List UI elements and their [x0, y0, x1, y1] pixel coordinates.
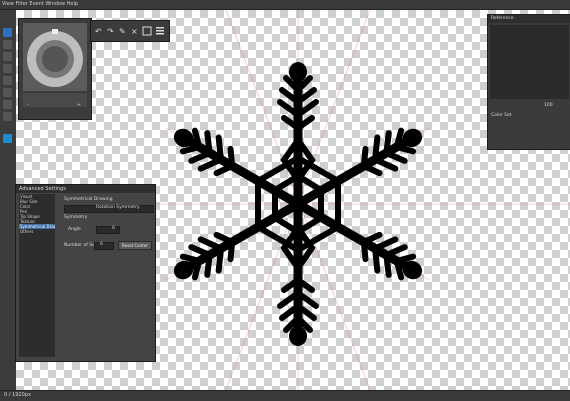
menu-items[interactable]: View Filter Event Window Help	[2, 1, 78, 7]
symmetry-section-label: Symmetry	[64, 215, 88, 220]
menu-icon	[156, 33, 164, 35]
navigator-center-icon	[42, 46, 68, 72]
angle-value: 0	[112, 226, 115, 231]
tool-eyedropper-icon[interactable]	[3, 100, 12, 109]
transform-icon	[142, 26, 152, 36]
tool-fill-icon[interactable]	[3, 64, 12, 73]
category-item[interactable]: Others	[19, 229, 55, 234]
navigator-panel: – +	[18, 18, 92, 120]
color-set-label: Color Set	[491, 113, 512, 118]
tool-select-icon[interactable]	[3, 52, 12, 61]
advanced-settings-dialog: Advanced Settings Visual Blur Size Color…	[15, 184, 156, 362]
right-panel-tab[interactable]: Reference	[491, 16, 514, 21]
arm-tips	[289, 62, 307, 82]
clear-icon: ⨯	[131, 27, 138, 36]
redo-icon: ↷	[107, 27, 114, 36]
status-text: 0 / 1920px	[4, 392, 31, 398]
pen-icon: ✎	[119, 27, 126, 36]
undo-icon: ↶	[94, 27, 102, 36]
tool-blue-accent-icon[interactable]	[3, 134, 12, 143]
angle-label: Angle	[68, 227, 81, 232]
right-panel: Reference 100 Color Set	[487, 14, 570, 150]
reset-center-button[interactable]: Reset Center	[118, 241, 152, 250]
dialog-title: Advanced Settings	[19, 186, 66, 192]
nav-zoom-out-icon[interactable]: –	[27, 103, 29, 108]
settings-category-list: Visual Blur Size Color Pen Tip Shape Tex…	[19, 194, 55, 357]
quick-toolbar: ↶ ↷ ✎ ⨯	[90, 20, 170, 42]
tool-shape-icon[interactable]	[3, 112, 12, 121]
status-bar: 0 / 1920px	[0, 390, 570, 401]
sections-select[interactable]	[94, 242, 114, 250]
nav-zoom-in-icon[interactable]: +	[77, 103, 81, 108]
tool-text-icon[interactable]	[3, 88, 12, 97]
zoom-readout: 100	[544, 103, 553, 108]
north-marker-icon	[52, 29, 58, 34]
sections-value: 6	[100, 242, 103, 247]
menu-bar: View Filter Event Window Help	[0, 0, 570, 10]
symmetry-type-value: Rotation Symmetry	[96, 205, 140, 210]
tool-brush-icon[interactable]	[3, 28, 12, 37]
symmetric-drawing-checkbox[interactable]: Symmetrical Drawing	[64, 197, 113, 202]
tool-eraser-icon[interactable]	[3, 40, 12, 49]
tool-move-icon[interactable]	[3, 76, 12, 85]
angle-input[interactable]	[96, 226, 120, 234]
